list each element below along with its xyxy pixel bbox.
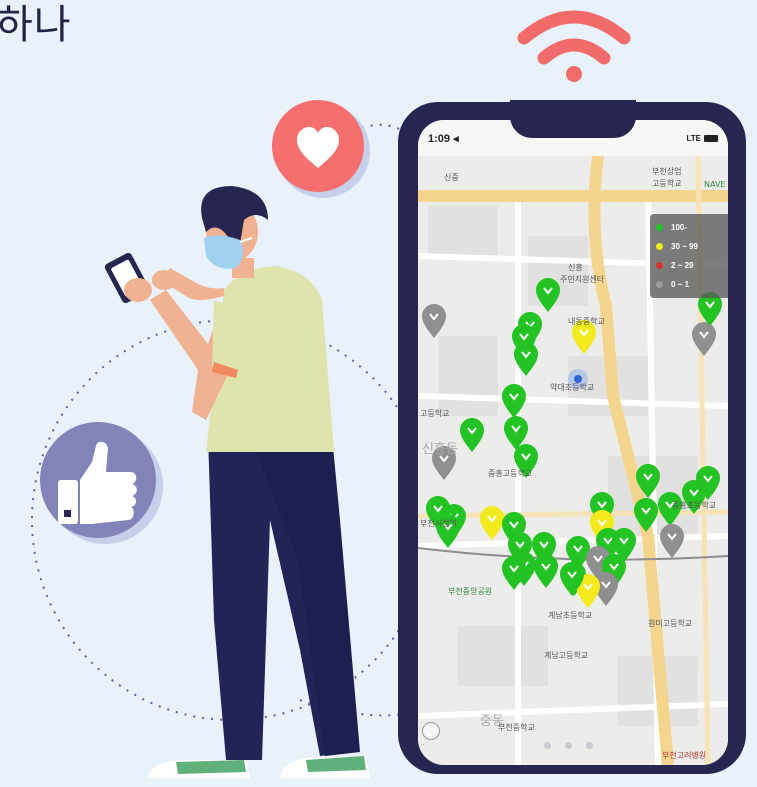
map-label: 약대초등학교 xyxy=(550,383,595,392)
map-label: 부천고려병원 xyxy=(662,751,707,760)
map-label: 부천상업 xyxy=(652,167,682,176)
legend-label: 0 ~ 1 xyxy=(671,280,690,289)
legend-dot xyxy=(656,262,663,269)
page-dot[interactable] xyxy=(544,742,551,749)
status-time: 1:09 ◂ xyxy=(428,132,459,145)
legend-dot xyxy=(656,281,663,288)
legend-row: 100- xyxy=(656,218,722,237)
map-label: 부천중앙공원 xyxy=(448,587,493,596)
legend-label: 100- xyxy=(671,223,688,232)
phone-notch xyxy=(510,100,636,138)
wifi-icon xyxy=(517,10,631,82)
map-label: 주민지원센터 xyxy=(560,275,605,284)
map-label: NAVE xyxy=(704,180,726,189)
map-label: 계남고등학교 xyxy=(544,651,589,660)
page-dot[interactable] xyxy=(565,742,572,749)
legend-label: 30 ~ 99 xyxy=(671,242,698,251)
map-label: 고등학교 xyxy=(420,409,450,418)
legend-row: 0 ~ 1 xyxy=(656,275,722,294)
legend-row: 30 ~ 99 xyxy=(656,237,722,256)
map-label: 원미고등학교 xyxy=(648,619,693,628)
signal-text: LTE xyxy=(686,133,701,143)
map-label: 내동중학교 xyxy=(568,317,605,326)
map-label: 중흥고등학교 xyxy=(488,469,533,478)
page-dot[interactable] xyxy=(586,742,593,749)
map-label: 계남초등학교 xyxy=(548,611,593,620)
map-label: 부천시청역 xyxy=(420,519,457,528)
legend-label: 2 ~ 29 xyxy=(671,261,694,270)
heart-icon xyxy=(272,100,370,198)
map-label: 신흥동 xyxy=(422,442,458,457)
legend-row: 2 ~ 29 xyxy=(656,256,722,275)
map-label: 부천중학교 xyxy=(498,723,535,732)
legend-dot xyxy=(656,224,663,231)
thumbs-up-icon xyxy=(40,422,163,544)
map-label: 신중 xyxy=(444,173,459,182)
locate-button[interactable] xyxy=(422,722,440,740)
map-legend: 100- 30 ~ 99 2 ~ 29 0 ~ 1 xyxy=(650,214,728,298)
map-label: 중흥초등학교 xyxy=(672,501,717,510)
status-indicators: LTE xyxy=(686,134,718,143)
legend-dot xyxy=(656,243,663,250)
battery-icon xyxy=(704,134,718,142)
phone-screen: 1:09 ◂ LTE 신중 부천상업 고등학교 NAVE 신흥 주민지원센터 내… xyxy=(418,120,728,765)
page-indicator xyxy=(544,742,593,749)
map-label: 신흥 xyxy=(568,263,583,272)
map-label: 고등학교 xyxy=(652,179,682,188)
